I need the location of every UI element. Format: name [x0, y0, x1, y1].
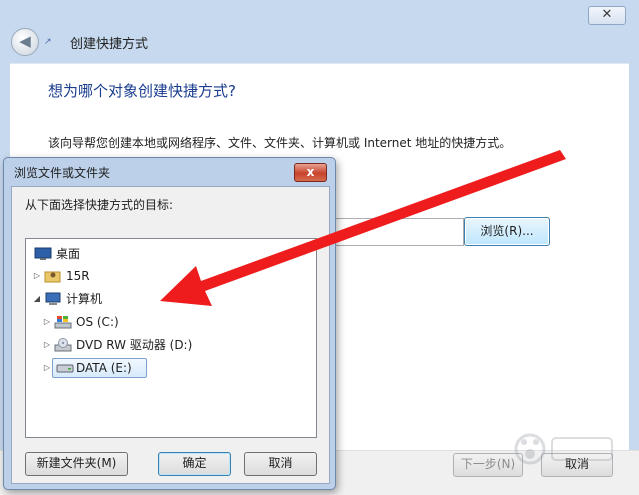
tree-item-label: 15R [66, 269, 90, 283]
dvd-drive-icon [54, 338, 72, 352]
dialog-body: 从下面选择快捷方式的目标: 桌面 ▷ 15R ◢ 计算机 ▷ OS (C:) ▷… [11, 186, 330, 484]
dialog-cancel-button[interactable]: 取消 [244, 452, 317, 476]
ok-button[interactable]: 确定 [158, 452, 231, 476]
wizard-description: 该向导帮您创建本地或网络程序、文件、文件夹、计算机或 Internet 地址的快… [48, 136, 512, 150]
watermark-logo [514, 433, 613, 465]
tree-item-label: DATA (E:) [76, 361, 132, 375]
window-title: 创建快捷方式 [70, 37, 149, 52]
tree-item-drive-d[interactable]: ▷ DVD RW 驱动器 (D:) [40, 335, 210, 355]
collapse-arrow-icon[interactable]: ◢ [32, 289, 42, 309]
tree-item-label: 桌面 [56, 247, 81, 261]
location-input[interactable] [325, 218, 464, 246]
new-folder-button[interactable]: 新建文件夹(M) [25, 452, 128, 476]
folder-tree[interactable]: 桌面 ▷ 15R ◢ 计算机 ▷ OS (C:) ▷ DVD RW 驱动器 (D… [25, 238, 317, 438]
expand-arrow-icon[interactable]: ▷ [42, 335, 52, 355]
tree-item-drive-e[interactable]: ▷ DATA (E:) [40, 358, 150, 378]
user-folder-icon [44, 269, 62, 283]
shortcut-icon: ↗ [44, 37, 52, 47]
tree-item-desktop[interactable]: 桌面 [30, 244, 150, 264]
desktop-icon [34, 247, 52, 261]
windows-drive-icon [54, 315, 72, 329]
dialog-title: 浏览文件或文件夹 [14, 166, 111, 180]
computer-icon [44, 292, 62, 306]
tree-item-computer[interactable]: ◢ 计算机 [30, 289, 150, 309]
hard-drive-icon [56, 361, 74, 375]
expand-arrow-icon[interactable]: ▷ [42, 358, 52, 378]
tree-item-drive-c[interactable]: ▷ OS (C:) [40, 312, 190, 332]
dialog-prompt: 从下面选择快捷方式的目标: [25, 198, 174, 212]
tree-item-label: DVD RW 驱动器 (D:) [76, 338, 193, 352]
back-arrow-icon: ◀ [19, 32, 31, 50]
expand-arrow-icon[interactable]: ▷ [42, 312, 52, 332]
tree-item-label: 计算机 [66, 292, 103, 306]
dialog-close-button[interactable]: x [294, 163, 327, 182]
tree-item-15r[interactable]: ▷ 15R [30, 266, 150, 286]
close-button[interactable]: ✕ [588, 6, 626, 25]
page-heading: 想为哪个对象创建快捷方式? [48, 82, 236, 100]
browse-button[interactable]: 浏览(R)... [464, 217, 550, 246]
back-button[interactable]: ◀ [11, 28, 39, 56]
tree-item-label: OS (C:) [76, 315, 119, 329]
browse-dialog: 浏览文件或文件夹 x 从下面选择快捷方式的目标: 桌面 ▷ 15R ◢ 计算机 … [3, 157, 336, 490]
expand-arrow-icon[interactable]: ▷ [32, 266, 42, 286]
